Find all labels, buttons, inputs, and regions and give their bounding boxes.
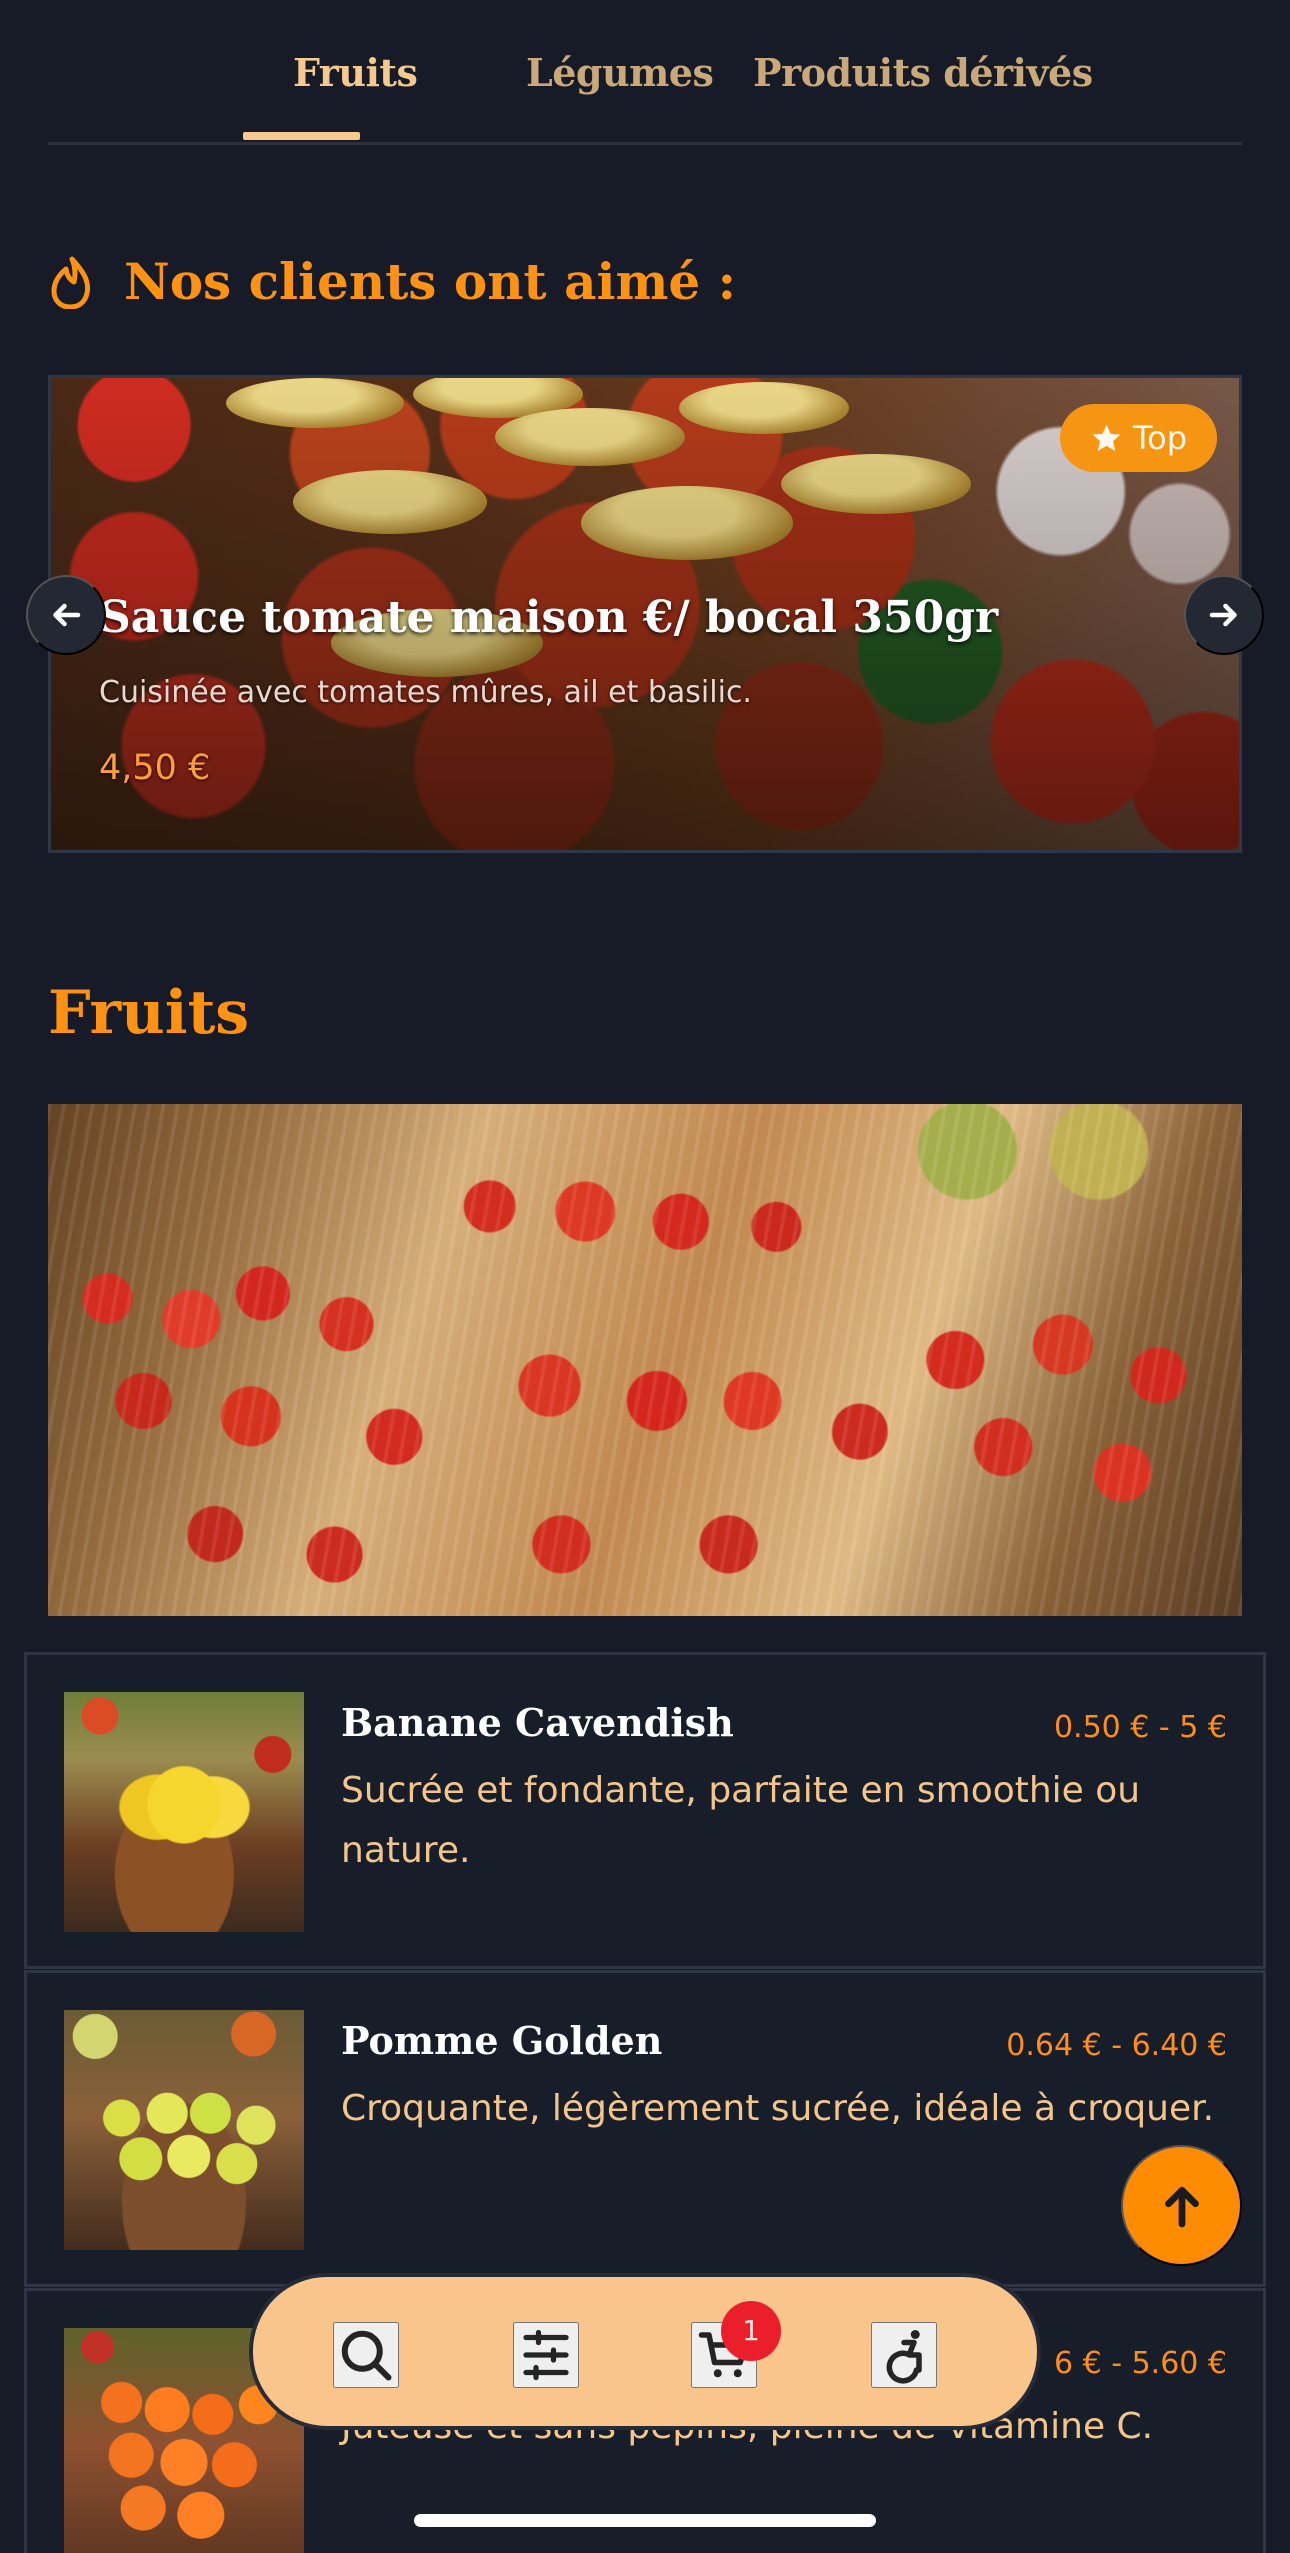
top-badge-label: Top <box>1133 419 1187 457</box>
customers-loved-heading: Nos clients ont aimé : <box>48 252 736 311</box>
customers-loved-title: Nos clients ont aimé : <box>124 252 737 311</box>
arrow-left-icon <box>53 603 81 627</box>
arrow-right-icon <box>1209 603 1237 627</box>
product-price: 0.64 € - 6.40 € <box>1006 2028 1227 2063</box>
tab-legumes[interactable]: Légumes <box>526 50 714 95</box>
featured-product-price: 4,50 € <box>99 748 211 788</box>
featured-product-description: Cuisinée avec tomates mûres, ail et basi… <box>99 675 752 710</box>
flame-icon <box>51 256 91 309</box>
previous-featured-button[interactable] <box>26 575 106 655</box>
active-tab-indicator <box>243 132 360 140</box>
featured-product-title[interactable]: Sauce tomate maison €/ bocal 350gr <box>99 592 1139 643</box>
product-price: 0.50 € - 5 € <box>1053 1710 1227 1745</box>
arrow-up-icon <box>1164 2186 1199 2227</box>
sliders-icon <box>523 2329 569 2381</box>
next-featured-button[interactable] <box>1184 575 1264 655</box>
bottom-navigation: 1 <box>249 2273 1041 2430</box>
product-card[interactable]: Pomme Golden 0.64 € - 6.40 € Croquante, … <box>24 1970 1266 2287</box>
category-tabs: Fruits Légumes Produits dérivés <box>48 0 1242 145</box>
star-icon <box>1092 424 1121 451</box>
home-indicator[interactable] <box>414 2514 876 2527</box>
filters-button[interactable] <box>513 2322 579 2388</box>
apple-image <box>64 2010 304 2250</box>
cart-count-badge: 1 <box>721 2301 781 2361</box>
banana-image <box>64 1692 304 1932</box>
product-price: 6 € - 5.60 € <box>1053 2346 1227 2381</box>
tab-produits-derives[interactable]: Produits dérivés <box>753 50 1093 95</box>
search-button[interactable] <box>333 2322 399 2388</box>
scroll-to-top-button[interactable] <box>1121 2145 1242 2266</box>
product-name[interactable]: Banane Cavendish <box>341 1700 734 1745</box>
fruits-section-title: Fruits <box>48 978 250 1048</box>
accessibility-icon <box>886 2330 922 2384</box>
accessibility-button[interactable] <box>871 2322 937 2388</box>
strawberry-basket-texture <box>48 1104 1242 1616</box>
product-name[interactable]: Pomme Golden <box>341 2018 662 2063</box>
fruits-banner-image <box>48 1104 1242 1616</box>
product-description: Sucrée et fondante, parfaite en smoothie… <box>341 1770 1141 1871</box>
search-icon <box>341 2330 392 2381</box>
tab-fruits[interactable]: Fruits <box>293 50 418 95</box>
product-card[interactable]: Banane Cavendish 0.50 € - 5 € Sucrée et … <box>24 1652 1266 1969</box>
product-description: Croquante, légèrement sucrée, idéale à c… <box>341 2088 1215 2129</box>
top-badge: Top <box>1060 404 1217 472</box>
